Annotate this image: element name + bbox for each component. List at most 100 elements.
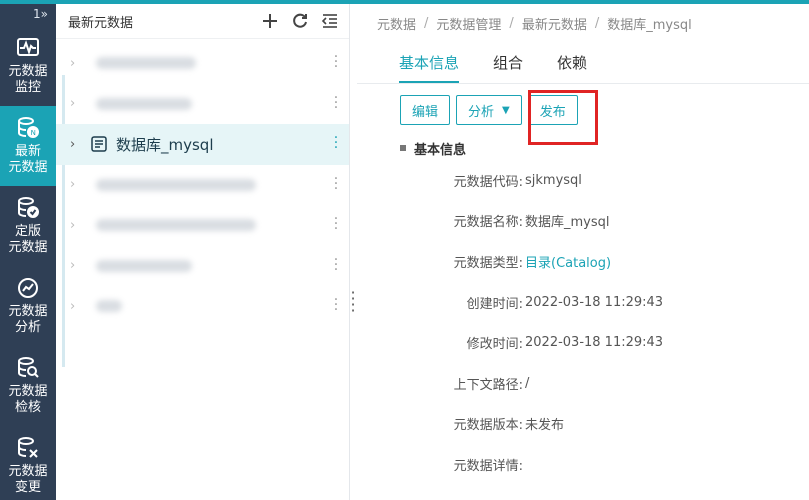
field-details: 元数据详情:	[357, 444, 809, 485]
database-change-icon	[18, 437, 38, 458]
breadcrumb-item[interactable]: 元数据管理	[436, 14, 501, 33]
chevron-right-icon[interactable]: ›	[70, 137, 84, 152]
publish-highlight-box	[528, 90, 598, 145]
redacted-node-label	[96, 219, 256, 232]
chevron-right-icon[interactable]: ›	[70, 218, 84, 233]
svg-text:N: N	[31, 129, 36, 137]
breadcrumb: 元数据 / 元数据管理 / 最新元数据 / 数据库_mysql	[357, 4, 809, 42]
more-vertical-icon[interactable]: · · ·	[333, 131, 339, 155]
tree-node[interactable]: › · · ·	[56, 84, 349, 125]
document-list-icon	[90, 135, 108, 153]
section-title: 基本信息	[414, 142, 467, 158]
redacted-node-label	[96, 97, 192, 110]
field-key: 元数据名称:	[453, 215, 523, 231]
field-key: 元数据类型:	[453, 255, 523, 271]
tree-node[interactable]: › · · ·	[56, 286, 349, 327]
rail-item-change[interactable]: 元数据 变更	[0, 426, 56, 500]
breadcrumb-current: 数据库_mysql	[607, 17, 692, 33]
tab-dependency[interactable]: 依赖	[557, 52, 587, 83]
left-nav-rail: 1» 元数据 监控 N 最新 元数据 定版 元数据 元数据 分析 元数据 检核 …	[0, 4, 56, 500]
field-value: 2022-03-18 11:29:43	[525, 335, 664, 351]
rail-item-label: 元数据	[8, 64, 48, 79]
edit-button[interactable]: 编辑	[400, 95, 451, 125]
more-vertical-icon[interactable]: · · ·	[333, 212, 339, 236]
rail-item-label: 元数据	[8, 240, 48, 255]
database-check-icon	[18, 197, 39, 218]
field-key: 上下文路径:	[453, 377, 523, 393]
breadcrumb-separator: /	[509, 15, 514, 31]
rail-item-fixed[interactable]: 定版 元数据	[0, 186, 56, 266]
analyze-button-label: 分析	[468, 104, 495, 120]
more-vertical-icon[interactable]: · · ·	[333, 253, 339, 277]
collapse-list-icon[interactable]	[321, 12, 339, 30]
rail-item-label: 元数据	[8, 304, 48, 319]
field-value: 未发布	[525, 418, 565, 434]
rail-item-label: 检核	[14, 400, 41, 415]
rail-item-label: 分析	[14, 320, 41, 335]
field-key: 元数据详情:	[453, 458, 523, 474]
tree-title: 最新元数据	[68, 15, 134, 31]
monitor-wave-icon	[17, 38, 39, 56]
rail-item-label: 元数据	[8, 464, 48, 479]
section-bullet-icon	[400, 145, 406, 151]
field-value: /	[525, 375, 530, 391]
detail-tabs: 基本信息 组合 依赖	[357, 42, 809, 84]
field-type: 元数据类型: 目录(Catalog)	[357, 241, 809, 282]
field-value: 2022-03-18 11:29:43	[525, 294, 664, 310]
field-key: 元数据代码:	[453, 174, 523, 190]
chevron-right-icon[interactable]: ›	[70, 299, 84, 314]
chevron-right-icon[interactable]: ›	[70, 177, 84, 192]
more-vertical-icon[interactable]: · · ·	[333, 91, 339, 115]
rail-item-inspect[interactable]: 元数据 检核	[0, 346, 56, 426]
chevron-right-icon[interactable]: ›	[70, 56, 84, 71]
tab-basic-info[interactable]: 基本信息	[399, 52, 460, 83]
tree-node-selected[interactable]: › 数据库_mysql · · ·	[56, 124, 349, 165]
add-icon[interactable]	[261, 12, 279, 30]
detail-panel: 元数据 / 元数据管理 / 最新元数据 / 数据库_mysql 基本信息 组合 …	[357, 4, 809, 500]
field-version: 元数据版本: 未发布	[357, 404, 809, 445]
breadcrumb-item[interactable]: 最新元数据	[522, 14, 587, 33]
redacted-node-label	[96, 178, 256, 191]
redacted-node-label	[96, 259, 192, 272]
tree-node[interactable]: › · · ·	[56, 43, 349, 84]
rail-item-label: 元数据	[8, 384, 48, 399]
database-search-icon	[18, 357, 39, 378]
more-vertical-icon[interactable]: · · ·	[333, 293, 339, 317]
rail-item-monitor[interactable]: 元数据 监控	[0, 26, 56, 106]
rail-item-label: 监控	[14, 80, 41, 95]
redacted-node-label	[96, 300, 122, 313]
info-fields: 元数据代码: sjkmysql 元数据名称: 数据库_mysql 元数据类型: 目录(…	[357, 160, 809, 485]
panel-resize-handle[interactable]: · · · ·	[350, 285, 356, 319]
rail-item-label: 最新	[14, 144, 41, 159]
more-vertical-icon[interactable]: · · ·	[333, 50, 339, 74]
field-type-link[interactable]: 目录(Catalog)	[525, 252, 611, 271]
field-key: 创建时间:	[466, 296, 523, 312]
tree-node[interactable]: › · · ·	[56, 205, 349, 246]
chevron-right-icon[interactable]: ›	[70, 96, 84, 111]
chevron-right-icon[interactable]: ›	[70, 258, 84, 273]
field-key: 修改时间:	[466, 337, 523, 353]
tree-node-label: 数据库_mysql	[116, 135, 214, 154]
field-value: sjkmysql	[525, 172, 582, 188]
breadcrumb-separator: /	[594, 15, 600, 31]
field-key: 元数据版本:	[453, 418, 523, 434]
rail-item-label: 定版	[14, 224, 41, 239]
tree-node[interactable]: › · · ·	[56, 165, 349, 206]
rail-item-label: 变更	[14, 480, 41, 495]
caret-down-icon: ▼	[502, 104, 510, 116]
breadcrumb-item[interactable]: 元数据	[377, 14, 416, 33]
tree-node[interactable]: › · · ·	[56, 246, 349, 287]
rail-item-label: 元数据	[8, 160, 48, 175]
analyze-dropdown-button[interactable]: 分析 ▼	[456, 95, 522, 125]
more-vertical-icon[interactable]: · · ·	[333, 172, 339, 196]
analysis-chart-icon	[18, 278, 38, 298]
tree-header: 最新元数据	[56, 4, 349, 39]
rail-item-latest[interactable]: N 最新 元数据	[0, 106, 56, 186]
tab-composition[interactable]: 组合	[493, 52, 523, 83]
refresh-icon[interactable]	[291, 12, 309, 30]
field-code: 元数据代码: sjkmysql	[357, 160, 809, 201]
metadata-tree-panel: 最新元数据 › · · · › · · · › 数据库_mysql · · · …	[56, 4, 350, 500]
database-new-icon: N	[18, 117, 39, 138]
rail-item-analysis[interactable]: 元数据 分析	[0, 266, 56, 346]
rail-expand-toggle[interactable]: 1»	[0, 4, 56, 26]
